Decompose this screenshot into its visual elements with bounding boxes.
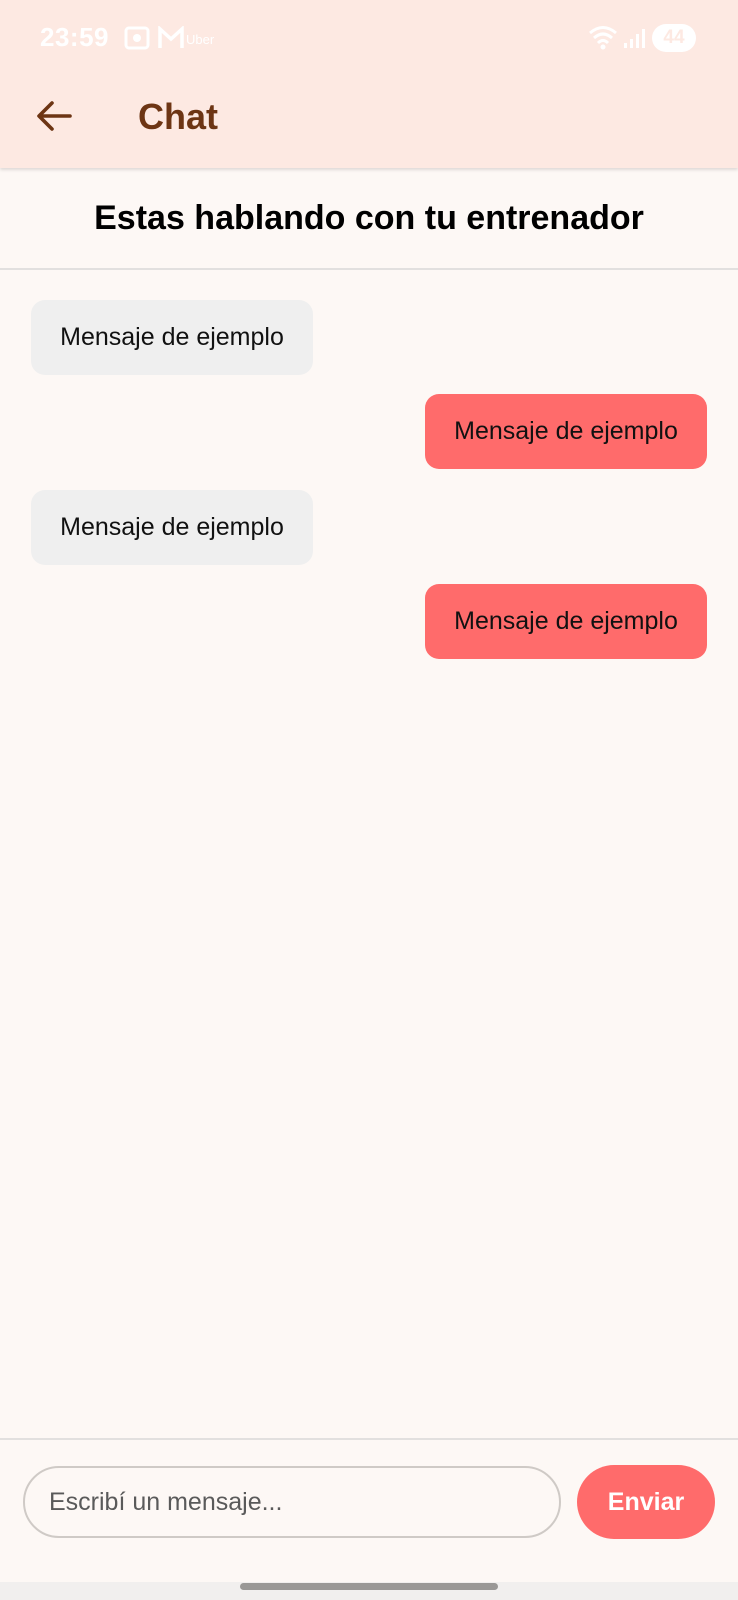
status-time: 23:59	[40, 22, 109, 52]
uber-notification-label: Uber	[186, 32, 215, 47]
wifi-icon	[589, 26, 617, 50]
gmail-notification-icon	[158, 26, 184, 48]
page-title: Chat	[138, 96, 218, 137]
message-bubble-sent: Mensaje de ejemplo	[425, 584, 707, 659]
chat-screen: 23:59 Uber 44 Chat Estas hablando con tu…	[0, 0, 738, 1600]
battery-indicator: 44	[652, 24, 696, 52]
message-bubble-received: Mensaje de ejemplo	[31, 300, 313, 375]
message-composer: Enviar	[0, 1438, 738, 1582]
arrow-back-icon	[37, 101, 72, 131]
back-button[interactable]	[30, 92, 78, 140]
top-app-bar: 23:59 Uber 44 Chat	[0, 0, 738, 168]
status-bar: 23:59 Uber 44	[0, 0, 738, 80]
chat-header-text: Estas hablando con tu entrenador	[94, 198, 644, 237]
screenshot-notification-icon	[124, 26, 150, 50]
message-input[interactable]	[23, 1466, 561, 1538]
signal-icon	[624, 29, 645, 48]
message-bubble-received: Mensaje de ejemplo	[31, 490, 313, 565]
message-bubble-sent: Mensaje de ejemplo	[425, 394, 707, 469]
send-button[interactable]: Enviar	[577, 1465, 715, 1539]
home-gesture-handle[interactable]	[240, 1583, 498, 1590]
chat-header: Estas hablando con tu entrenador	[0, 168, 738, 270]
